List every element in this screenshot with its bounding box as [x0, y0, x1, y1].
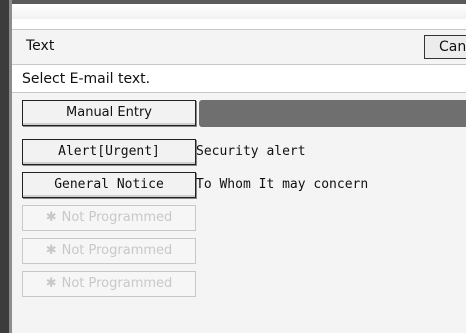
not-programmed-button-2[interactable]: ✱ Not Programmed — [22, 238, 196, 264]
not-programmed-label: Not Programmed — [61, 210, 173, 225]
manual-entry-field[interactable] — [199, 100, 466, 127]
panel-header: Text Can — [12, 29, 466, 65]
not-programmed-label: Not Programmed — [61, 276, 173, 291]
panel-title: Text — [26, 38, 55, 54]
not-programmed-label: Not Programmed — [61, 243, 173, 258]
manual-entry-button[interactable]: Manual Entry — [22, 100, 196, 126]
alert-urgent-button[interactable]: Alert[Urgent] — [22, 139, 196, 165]
general-notice-button[interactable]: General Notice — [22, 172, 196, 198]
star-icon: ✱ — [45, 210, 57, 225]
text-options-list: Manual Entry Alert[Urgent] Security aler… — [12, 93, 466, 333]
screen: Text Can Select E-mail text. Manual Entr… — [0, 0, 466, 333]
star-icon: ✱ — [45, 276, 57, 291]
text-selection-panel: Text Can Select E-mail text. Manual Entr… — [12, 19, 466, 333]
alert-urgent-text: Security alert — [196, 144, 306, 159]
not-programmed-button-3[interactable]: ✱ Not Programmed — [22, 271, 196, 297]
not-programmed-button-1[interactable]: ✱ Not Programmed — [22, 205, 196, 231]
left-border — [0, 0, 12, 333]
top-border — [0, 0, 466, 19]
general-notice-text: To Whom It may concern — [196, 177, 369, 192]
cancel-button[interactable]: Can — [424, 35, 466, 59]
star-icon: ✱ — [45, 243, 57, 258]
instruction-text: Select E-mail text. — [12, 66, 466, 93]
